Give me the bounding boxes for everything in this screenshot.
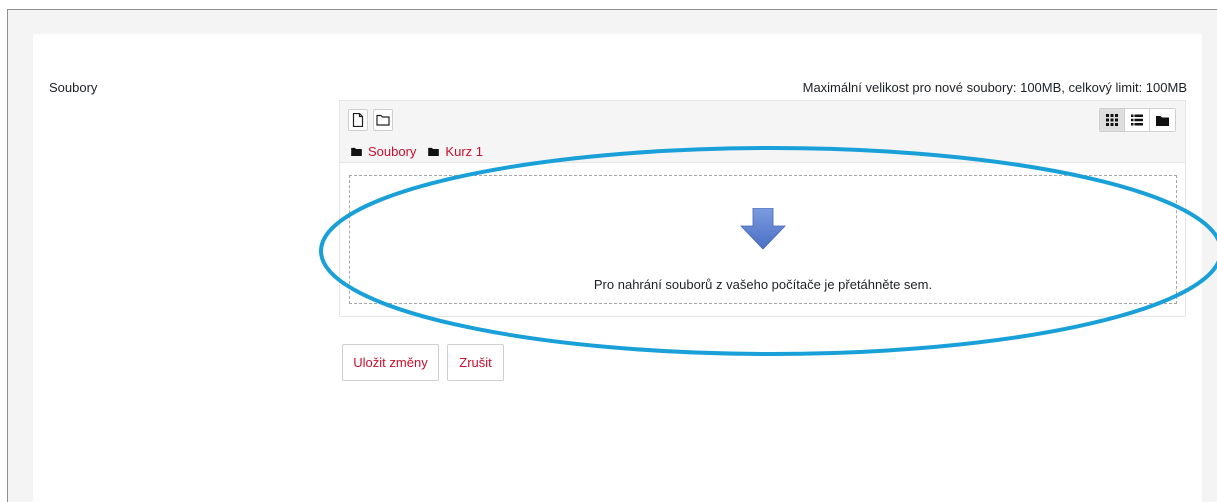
create-folder-button[interactable]: [373, 109, 393, 131]
folder-icon: [351, 147, 362, 156]
add-file-button[interactable]: [348, 109, 368, 131]
files-field-label: Soubory: [49, 80, 98, 95]
down-arrow-icon: [740, 208, 786, 250]
file-manager: Soubory Kurz 1 Pro nahrání souborů z vaš…: [339, 100, 1186, 317]
save-changes-button[interactable]: Uložit změny: [342, 344, 439, 381]
file-drop-zone[interactable]: Pro nahrání souborů z vašeho počítače je…: [349, 175, 1177, 304]
drop-zone-instructions: Pro nahrání souborů z vašeho počítače je…: [593, 277, 933, 292]
grid-icon: [1106, 114, 1118, 126]
file-icon: [352, 113, 364, 127]
icons-view-button[interactable]: [1100, 109, 1125, 131]
view-switcher: [1099, 108, 1176, 132]
list-view-button[interactable]: [1125, 109, 1150, 131]
file-manager-toolbar: Soubory Kurz 1: [340, 101, 1185, 163]
list-icon: [1131, 114, 1143, 126]
folder-outline-icon: [376, 114, 390, 126]
folder-icon: [1156, 115, 1169, 126]
breadcrumb-link-files[interactable]: Soubory: [368, 144, 416, 159]
folder-icon: [428, 147, 440, 156]
tree-view-button[interactable]: [1150, 109, 1175, 131]
breadcrumb-link-course[interactable]: Kurz 1: [445, 144, 483, 159]
size-limits-text: Maximální velikost pro nové soubory: 100…: [802, 80, 1187, 95]
cancel-button[interactable]: Zrušit: [447, 344, 504, 381]
breadcrumb: Soubory Kurz 1: [351, 143, 489, 159]
